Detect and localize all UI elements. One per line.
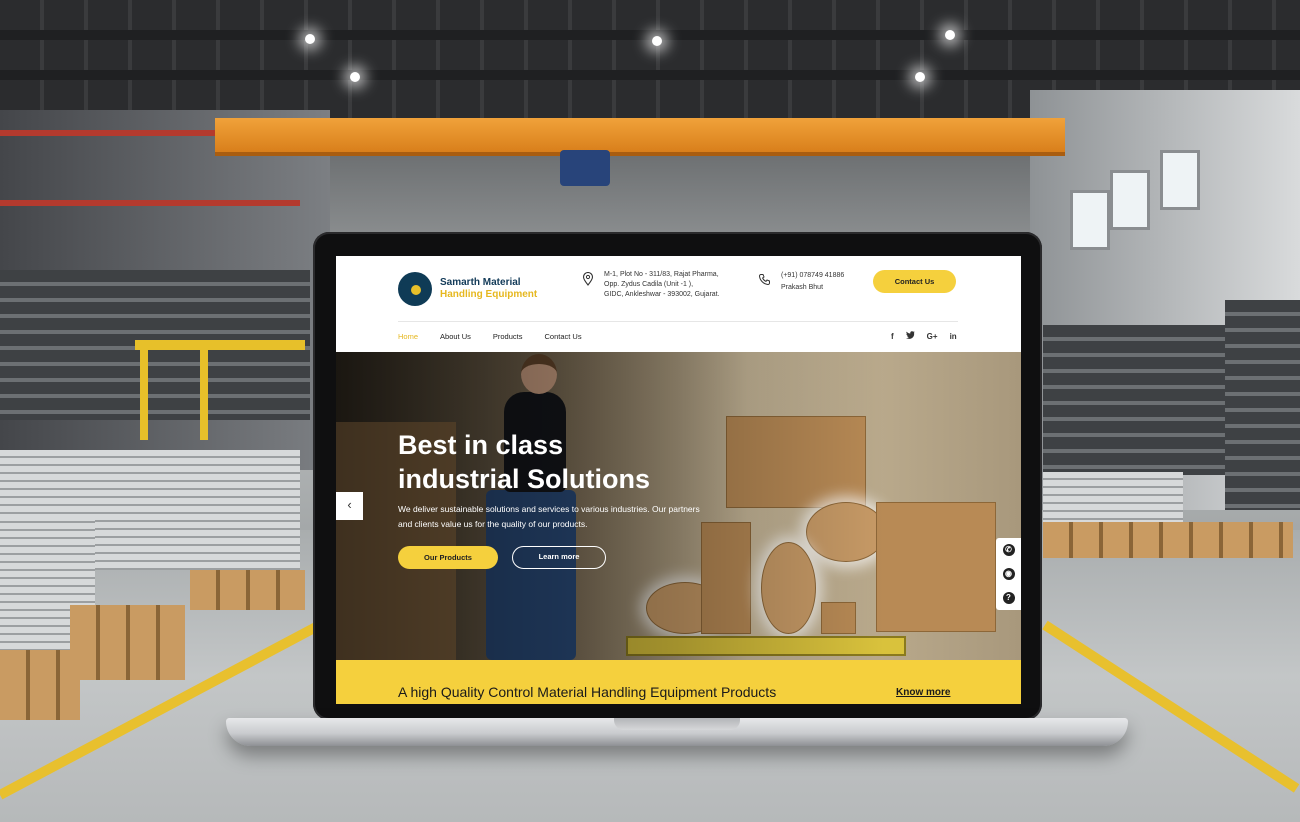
header-contact-button[interactable]: Contact Us (873, 270, 956, 293)
google-plus-icon[interactable]: G+ (927, 332, 938, 341)
address-line: GIDC, Ankleshwar - 393002, Gujarat. (604, 291, 720, 298)
pallet (0, 650, 80, 720)
phone-block: (+91) 078749 41886 Prakash Bhut (758, 270, 844, 294)
address-line: M-1, Plot No - 311/83, Rajat Pharma, (604, 271, 719, 278)
ceiling-light (652, 36, 662, 46)
nav-item-home[interactable]: Home (398, 332, 418, 341)
yellow-rail (135, 340, 305, 350)
logo-line2: Handling Equipment (440, 289, 538, 300)
address-text: M-1, Plot No - 311/83, Rajat Pharma, Opp… (604, 270, 720, 300)
nav-item-products[interactable]: Products (493, 332, 523, 341)
phone-number[interactable]: (+91) 078749 41886 (781, 270, 844, 282)
pallet (190, 570, 305, 610)
twitter-icon[interactable] (905, 331, 915, 341)
address-block: M-1, Plot No - 311/83, Rajat Pharma, Opp… (582, 270, 720, 300)
ceiling-beam (0, 70, 1300, 80)
location-pin-icon (582, 272, 594, 286)
our-products-button[interactable]: Our Products (398, 546, 498, 569)
pallet (1043, 522, 1293, 558)
facebook-icon[interactable]: f (891, 332, 894, 341)
social-links: f G+ in (891, 331, 957, 341)
hero-title-line: industrial Solutions (398, 464, 651, 494)
logo-line1: Samarth Material (440, 277, 521, 288)
ceiling-beam (0, 30, 1300, 40)
ceiling-light (945, 30, 955, 40)
sheet-stack (1043, 472, 1183, 522)
red-rail (0, 200, 300, 206)
hero-subtitle-line: and clients value us for the quality of … (398, 519, 588, 529)
phone-icon (758, 274, 770, 286)
learn-more-button[interactable]: Learn more (512, 546, 606, 569)
phone-text: (+91) 078749 41886 Prakash Bhut (781, 270, 844, 294)
hero-subtitle-line: We deliver sustainable solutions and ser… (398, 504, 700, 514)
wall-window (1110, 170, 1150, 230)
hero-slider: Best in class industrial Solutions We de… (336, 352, 1021, 660)
whatsapp-icon[interactable]: ◉ (1002, 568, 1015, 580)
logo-text: Samarth Material Handling Equipment (440, 277, 537, 301)
floating-contact-bar: ✆ ◉ ? (996, 538, 1021, 610)
help-icon[interactable]: ? (1002, 592, 1015, 604)
ceiling-light (915, 72, 925, 82)
pallet (70, 605, 185, 680)
address-line: Opp. Zydus Cadila (Unit -1 ), (604, 281, 694, 288)
prev-slide-icon[interactable]: ‹ (336, 492, 363, 520)
main-nav: Home About Us Products Contact Us (398, 332, 582, 341)
hero-subtitle: We deliver sustainable solutions and ser… (398, 502, 718, 532)
nav-item-contact[interactable]: Contact Us (544, 332, 581, 341)
steel-rack (1043, 325, 1233, 475)
laptop-notch (614, 718, 740, 730)
hero-title: Best in class industrial Solutions (398, 428, 650, 496)
crane-hoist (560, 150, 610, 186)
phone-call-icon[interactable]: ✆ (1002, 544, 1015, 556)
quality-banner: A high Quality Control Material Handling… (336, 660, 1021, 704)
yellow-rail (140, 340, 148, 440)
hero-title-line: Best in class (398, 430, 564, 460)
site-logo[interactable]: Samarth Material Handling Equipment (398, 272, 537, 306)
know-more-link[interactable]: Know more (896, 687, 950, 698)
overhead-crane (215, 118, 1065, 156)
nav-divider (398, 321, 958, 322)
phone-contact-name: Prakash Bhut (781, 284, 824, 291)
linkedin-icon[interactable]: in (950, 332, 957, 341)
wall-window (1070, 190, 1110, 250)
ceiling-light (350, 72, 360, 82)
laptop-screen: Samarth Material Handling Equipment M-1,… (336, 256, 1021, 704)
wall-window (1160, 150, 1200, 210)
yellow-rail (200, 340, 208, 440)
ceiling-light (305, 34, 315, 44)
gear-logo-icon (398, 272, 432, 306)
banner-text: A high Quality Control Material Handling… (398, 684, 777, 700)
nav-item-about[interactable]: About Us (440, 332, 471, 341)
steel-rack (1225, 300, 1300, 510)
